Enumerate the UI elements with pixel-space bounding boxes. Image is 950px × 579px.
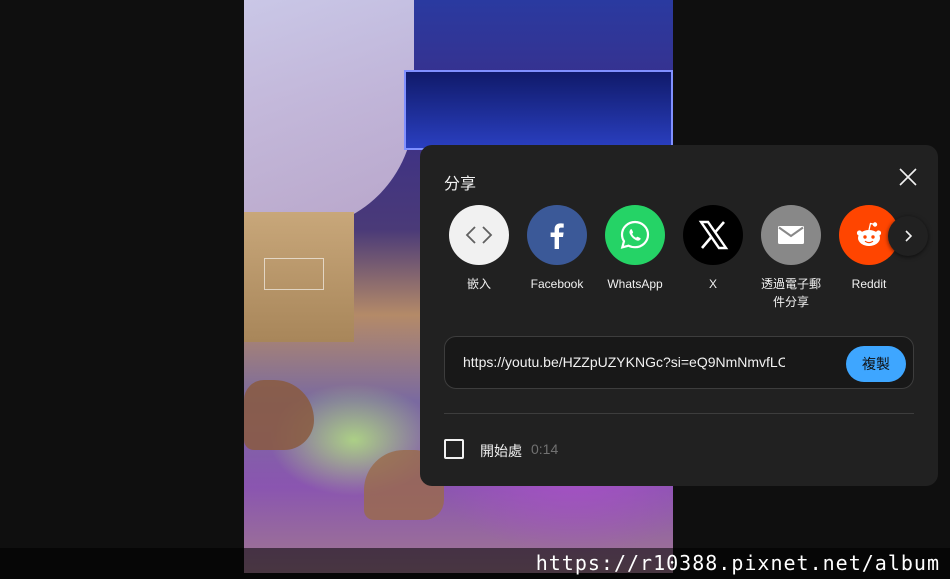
start-at-label: 開始處 bbox=[480, 443, 522, 459]
email-icon bbox=[761, 205, 821, 265]
share-facebook-button[interactable]: Facebook bbox=[522, 205, 592, 293]
share-email-button[interactable]: 透過電子郵件分享 bbox=[756, 205, 826, 311]
share-embed-button[interactable]: 嵌入 bbox=[444, 205, 514, 293]
share-embed-label: 嵌入 bbox=[466, 277, 491, 291]
start-at-checkbox[interactable] bbox=[444, 439, 464, 459]
facebook-icon bbox=[527, 205, 587, 265]
share-x-label: X bbox=[708, 277, 717, 291]
share-dialog: 分享 嵌入 Facebook WhatsApp X 透過電子郵件分享 Reddi… bbox=[420, 145, 938, 486]
share-reddit-label: Reddit bbox=[851, 277, 887, 291]
video-scene-hand bbox=[244, 380, 314, 450]
divider bbox=[444, 413, 914, 414]
share-facebook-label: Facebook bbox=[530, 277, 584, 291]
share-email-label: 透過電子郵件分享 bbox=[760, 277, 821, 309]
whatsapp-icon bbox=[605, 205, 665, 265]
chevron-right-icon bbox=[905, 230, 913, 242]
share-whatsapp-button[interactable]: WhatsApp bbox=[600, 205, 670, 293]
share-dialog-title: 分享 bbox=[444, 176, 477, 193]
share-url-box: https://youtu.be/HZZpUZYKNGc?si=eQ9NmNmv… bbox=[444, 336, 914, 389]
watermark-text: https://r10388.pixnet.net/album bbox=[535, 551, 940, 575]
start-at-time: 0:14 bbox=[531, 441, 559, 457]
embed-code-icon bbox=[449, 205, 509, 265]
x-icon bbox=[683, 205, 743, 265]
video-scene-logo bbox=[264, 258, 324, 290]
share-x-button[interactable]: X bbox=[678, 205, 748, 293]
video-scene-arch bbox=[244, 0, 414, 230]
share-url-text[interactable]: https://youtu.be/HZZpUZYKNGc?si=eQ9NmNmv… bbox=[463, 354, 785, 370]
video-scene-screen bbox=[404, 70, 673, 150]
copy-button[interactable]: 複製 bbox=[846, 346, 906, 382]
close-button[interactable] bbox=[896, 165, 920, 189]
share-whatsapp-label: WhatsApp bbox=[607, 277, 663, 291]
watermark-bar: https://r10388.pixnet.net/album bbox=[0, 548, 950, 579]
next-share-options-button[interactable] bbox=[888, 216, 928, 256]
close-icon bbox=[899, 168, 917, 186]
